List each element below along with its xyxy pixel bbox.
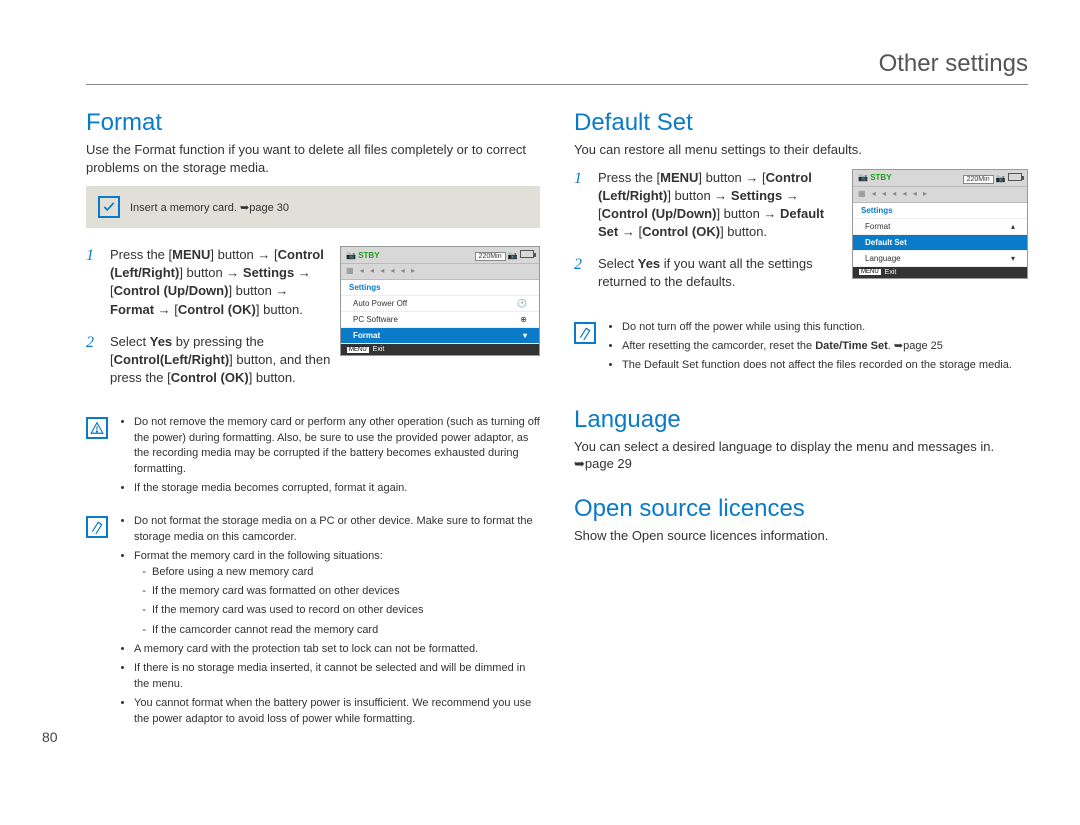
osl-lead: Show the Open source licences informatio…	[574, 527, 1028, 545]
check-icon	[98, 196, 120, 218]
language-lead: You can select a desired language to dis…	[574, 438, 1028, 473]
note-icon	[574, 322, 596, 344]
right-column: Default Set You can restore all menu set…	[574, 103, 1028, 745]
format-tips-block: Do not format the storage media on a PC …	[86, 514, 540, 731]
default-tips-block: Do not turn off the power while using th…	[574, 320, 1028, 378]
warning-icon	[86, 417, 108, 439]
default-step-2: Select Yes if you want all the settings …	[598, 255, 844, 291]
format-heading: Format	[86, 109, 540, 137]
insert-card-text: Insert a memory card. ➥page 30	[130, 201, 289, 214]
step-number: 2	[574, 255, 588, 274]
format-step-1: Press the [MENU] button → [Control (Left…	[110, 246, 332, 319]
step-number: 2	[86, 333, 100, 352]
lcd-screenshot-default: 📷 STBY 220Min 📷 ▦ ◂ ◂ ◂ ◂ ◂ ▸ Settings F…	[852, 169, 1028, 279]
page-header: Other settings	[86, 50, 1028, 85]
language-heading: Language	[574, 406, 1028, 434]
default-step-1: Press the [MENU] button → [Control (Left…	[598, 169, 844, 242]
default-set-heading: Default Set	[574, 109, 1028, 137]
default-set-lead: You can restore all menu settings to the…	[574, 141, 1028, 159]
format-warning-block: Do not remove the memory card or perform…	[86, 415, 540, 500]
step-number: 1	[86, 246, 100, 265]
format-lead: Use the Format function if you want to d…	[86, 141, 540, 176]
insert-card-note: Insert a memory card. ➥page 30	[86, 186, 540, 228]
format-step-2: Select Yes by pressing the [Control(Left…	[110, 333, 332, 388]
page-number: 80	[42, 729, 58, 745]
osl-heading: Open source licences	[574, 495, 1028, 523]
lcd-screenshot-format: 📷 STBY 220Min 📷 ▦ ◂ ◂ ◂ ◂ ◂ ▸ Settings A…	[340, 246, 540, 356]
note-icon	[86, 516, 108, 538]
step-number: 1	[574, 169, 588, 188]
left-column: Format Use the Format function if you wa…	[86, 103, 540, 745]
